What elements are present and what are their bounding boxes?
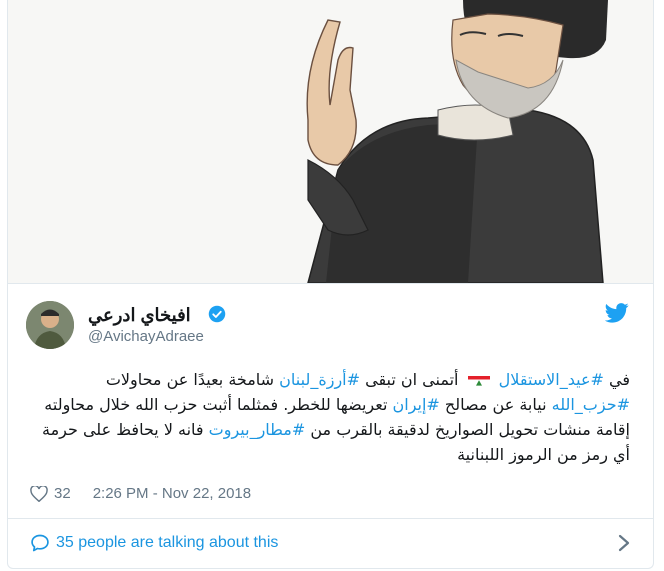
hashtag-link[interactable]: #إيران [393, 395, 440, 414]
twitter-bird-icon[interactable] [605, 303, 629, 323]
speech-bubble-icon [31, 534, 49, 552]
hashtag-link[interactable]: #مطار_بيروت [209, 420, 306, 439]
author-avatar[interactable] [26, 301, 74, 349]
talking-count-label: 35 people are talking about this [56, 534, 279, 551]
cartoon-illustration [8, 0, 653, 283]
heart-icon[interactable] [30, 485, 48, 502]
tweet-meta: 32 2:26 PM - Nov 22, 2018 [30, 485, 251, 502]
author-handle[interactable]: @AvichayAdraee [88, 328, 204, 345]
tweet-text-segment: أتمنى ان تبقى [360, 370, 464, 389]
hashtag-link[interactable]: #أرزة_لبنان [279, 370, 360, 389]
verified-badge-icon [208, 305, 226, 323]
like-count: 32 [54, 485, 71, 502]
tweet-media-illustration[interactable] [8, 0, 653, 284]
conversation-link[interactable]: 35 people are talking about this [8, 519, 653, 567]
tweet-text-segment: شامخة بعيدًا عن محاولات [105, 370, 280, 389]
chevron-right-icon [618, 534, 630, 552]
tweet-header: افيخاي ادرعي @AvichayAdraee [8, 283, 653, 355]
tweet-card[interactable]: افيخاي ادرعي @AvichayAdraee في #عيد_الاس… [7, 0, 654, 569]
tweet-timestamp[interactable]: 2:26 PM - Nov 22, 2018 [93, 485, 251, 502]
tweet-text-segment: نيابة عن مصالح [439, 395, 552, 414]
lebanon-flag-emoji [467, 372, 490, 386]
author-name[interactable]: افيخاي ادرعي [88, 305, 191, 326]
hashtag-link[interactable]: #عيد_الاستقلال [499, 370, 604, 389]
tweet-text: في #عيد_الاستقلال أتمنى ان تبقى #أرزة_لب… [30, 367, 630, 467]
hashtag-link[interactable]: #حزب_الله [552, 395, 630, 414]
avatar-image [26, 301, 74, 349]
tweet-text-segment: في [603, 370, 630, 389]
